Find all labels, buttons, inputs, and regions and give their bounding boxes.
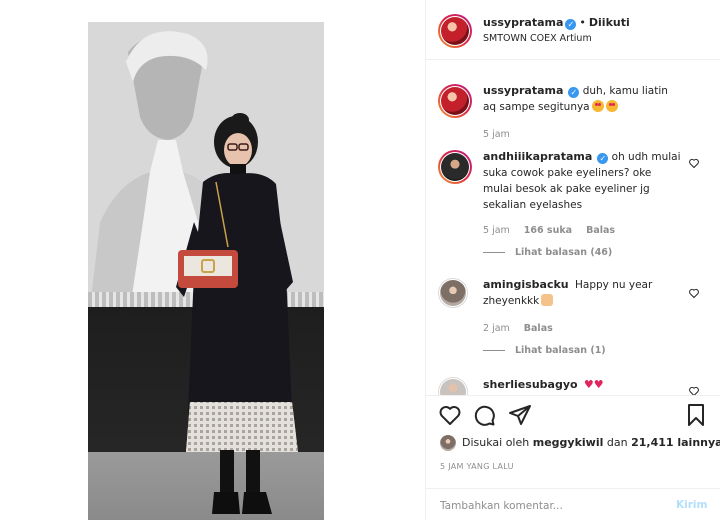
like-comment-heart-icon[interactable] — [688, 157, 700, 169]
reply-button[interactable]: Balas — [524, 323, 553, 334]
verified-badge-icon: ✓ — [568, 87, 580, 98]
comment-time[interactable]: 2 jam — [483, 323, 510, 334]
post-details-panel: ussypratama ✓ • Diikuti SMTOWN COEX Artium … — [426, 0, 720, 520]
view-replies-label: Lihat balasan (46) — [515, 247, 613, 258]
bookmark-icon[interactable] — [684, 403, 708, 427]
paper-plane-icon[interactable] — [508, 403, 532, 427]
raising-hands-emoji-icon — [541, 294, 554, 306]
commenter-avatar[interactable] — [438, 150, 472, 184]
like-comment-heart-icon[interactable] — [688, 385, 700, 396]
verified-badge-icon: ✓ — [565, 19, 577, 30]
heart-eyes-emoji-icon — [591, 100, 604, 112]
comment-username[interactable]: sherliesubagyo — [483, 378, 578, 391]
like-comment-heart-icon[interactable] — [688, 287, 700, 299]
view-replies-button[interactable]: Lihat balasan (1) — [483, 345, 606, 356]
author-avatar[interactable] — [438, 14, 472, 48]
comment-bubble-icon[interactable] — [472, 403, 496, 427]
replies-line — [483, 350, 505, 351]
commenter-avatar[interactable] — [438, 278, 468, 308]
red-heart-emoji-icon: ♥ — [583, 378, 594, 391]
comment-username[interactable]: ussypratama — [483, 84, 563, 97]
author-username[interactable]: ussypratama — [483, 16, 563, 29]
commenter-avatar[interactable] — [438, 84, 472, 118]
liker-username[interactable]: meggykiwil — [533, 436, 604, 449]
heart-icon[interactable] — [438, 403, 462, 427]
separator-dot: • — [579, 16, 586, 29]
post-photo-area — [0, 0, 425, 520]
liked-by-prefix: Disukai oleh — [462, 436, 530, 449]
comment-time[interactable]: 5 jam — [483, 225, 510, 236]
post-location[interactable]: SMTOWN COEX Artium — [483, 33, 592, 44]
liked-by-middle: dan — [606, 436, 628, 449]
action-bar — [426, 397, 720, 432]
view-replies-button[interactable]: Lihat balasan (46) — [483, 247, 612, 258]
likes-count[interactable]: 21,411 lainnya — [631, 436, 720, 449]
follow-status-button[interactable]: Diikuti — [589, 16, 630, 29]
post-timestamp[interactable]: 5 JAM YANG LALU — [440, 462, 514, 471]
comment-composer: Kirim — [426, 488, 720, 520]
comment-username[interactable]: amingisbacku — [483, 278, 569, 291]
comment-input[interactable] — [440, 497, 660, 515]
replies-line — [483, 252, 505, 253]
liker-avatar[interactable] — [440, 435, 456, 451]
view-replies-label: Lihat balasan (1) — [515, 345, 606, 356]
post-header: ussypratama ✓ • Diikuti SMTOWN COEX Artium — [426, 0, 720, 60]
comment-item: sherliesubagyo ♥♥ — [426, 375, 720, 396]
commenter-avatar[interactable] — [438, 377, 468, 395]
post-comment-button[interactable]: Kirim — [676, 499, 707, 511]
reply-button[interactable]: Balas — [586, 225, 615, 236]
heart-eyes-emoji-icon — [605, 100, 618, 112]
red-heart-emoji-icon: ♥ — [593, 378, 604, 391]
comments-list[interactable]: ussypratama ✓ duh, kamu liatin aq sampe s… — [426, 61, 720, 396]
comment-username[interactable]: andhiiikapratama — [483, 150, 592, 163]
verified-badge-icon: ✓ — [597, 153, 609, 164]
comment-item: amingisbacku Happy nu year zheyenkkk 2 j… — [426, 275, 720, 365]
comment-time[interactable]: 5 jam — [483, 129, 510, 140]
woman-figure — [176, 113, 298, 514]
post-photo[interactable] — [88, 22, 324, 520]
comment-item: andhiiikapratama ✓ oh udh mulai suka cowo… — [426, 147, 720, 267]
comment-likes[interactable]: 166 suka — [524, 225, 572, 236]
